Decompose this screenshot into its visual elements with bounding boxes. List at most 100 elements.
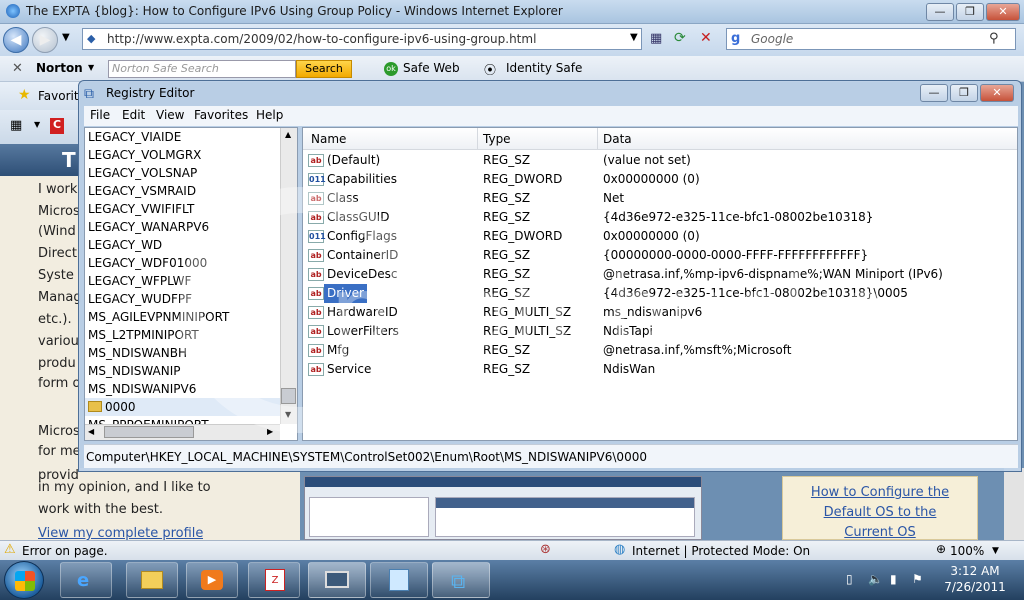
tree-key[interactable]: LEGACY_VIAIDE bbox=[88, 128, 181, 146]
history-dropdown-icon[interactable]: ▼ bbox=[62, 32, 70, 43]
tree-key[interactable]: MS_PPPOEMINIPORT bbox=[88, 416, 209, 424]
related-post-link[interactable]: How to Configure the bbox=[783, 485, 977, 500]
string-value-icon: ab bbox=[308, 287, 324, 300]
tree-key[interactable]: LEGACY_VOLSNAP bbox=[88, 164, 197, 182]
tree-key[interactable]: LEGACY_WUDFPF bbox=[88, 290, 192, 308]
tree-key[interactable]: MS_NDISWANIPV6 bbox=[88, 380, 196, 398]
table-row[interactable]: ab ContainerID REG_SZ {00000000-0000-000… bbox=[303, 246, 1017, 265]
tree-vertical-scrollbar[interactable]: ▲ ▼ bbox=[280, 128, 297, 424]
regedit-close-button[interactable]: ✕ bbox=[980, 84, 1014, 102]
tree-key[interactable]: LEGACY_WANARPV6 bbox=[88, 218, 209, 236]
scroll-right-icon[interactable]: ▶ bbox=[267, 427, 273, 436]
table-row[interactable]: ab Service REG_SZ NdisWan bbox=[303, 360, 1017, 379]
ie-minimize-button[interactable]: — bbox=[926, 3, 954, 21]
tray-device-icon[interactable]: ▯ bbox=[846, 572, 853, 586]
tab-list-icon[interactable]: ▼ bbox=[34, 120, 40, 129]
tree-scroll-thumb[interactable] bbox=[281, 388, 296, 404]
column-separator bbox=[477, 128, 478, 150]
taskbar-media-player-button[interactable]: ▶ bbox=[186, 562, 238, 598]
menu-edit[interactable]: Edit bbox=[122, 108, 145, 122]
table-row[interactable]: ab LowerFilters REG_MULTI_SZ NdisTapi bbox=[303, 322, 1017, 341]
tree-key[interactable]: LEGACY_VWIFIFLT bbox=[88, 200, 194, 218]
tree-key[interactable]: LEGACY_WDF01000 bbox=[88, 254, 207, 272]
address-bar[interactable]: ◆ http://www.expta.com/2009/02/how-to-co… bbox=[82, 28, 642, 50]
ie-maximize-button[interactable]: ❐ bbox=[956, 3, 984, 21]
tree-horizontal-thumb[interactable] bbox=[104, 426, 194, 438]
refresh-icon[interactable]: ⟳ bbox=[674, 30, 686, 46]
start-button[interactable] bbox=[4, 561, 44, 599]
favorites-star-icon[interactable]: ★ bbox=[18, 87, 31, 103]
taskbar-regedit-button[interactable]: ⧉ bbox=[432, 562, 490, 598]
menu-favorites[interactable]: Favorites bbox=[194, 108, 248, 122]
security-zone-text[interactable]: Internet | Protected Mode: On bbox=[632, 544, 810, 558]
table-row[interactable]: ab DeviceDesc REG_SZ @netrasa.inf,%mp-ip… bbox=[303, 265, 1017, 284]
table-row[interactable]: 011 ConfigFlags REG_DWORD 0x00000000 (0) bbox=[303, 227, 1017, 246]
table-row[interactable]: ab (Default) REG_SZ (value not set) bbox=[303, 151, 1017, 170]
tree-key[interactable]: LEGACY_VSMRAID bbox=[88, 182, 196, 200]
taskbar-remote-desktop-button[interactable] bbox=[308, 562, 366, 598]
taskbar-notepad-button[interactable] bbox=[370, 562, 428, 598]
tree-key-selected[interactable]: 0000 bbox=[85, 398, 281, 416]
taskbar-app-button[interactable]: Z bbox=[248, 562, 300, 598]
view-profile-link[interactable]: View my complete profile bbox=[38, 526, 203, 540]
ie-close-button[interactable]: ✕ bbox=[986, 3, 1020, 21]
menu-file[interactable]: File bbox=[90, 108, 110, 122]
search-box[interactable]: g Google ⚲ bbox=[726, 28, 1016, 50]
regedit-minimize-button[interactable]: — bbox=[920, 84, 948, 102]
column-header-data[interactable]: Data bbox=[603, 132, 632, 146]
quick-tabs-icon[interactable]: ▦ bbox=[10, 118, 22, 133]
tree-key[interactable]: MS_NDISWANIP bbox=[88, 362, 181, 380]
address-dropdown-icon[interactable]: ▼ bbox=[630, 32, 638, 43]
menu-help[interactable]: Help bbox=[256, 108, 283, 122]
regedit-maximize-button[interactable]: ❐ bbox=[950, 84, 978, 102]
zoom-dropdown-icon[interactable]: ▼ bbox=[992, 546, 999, 556]
compatibility-icon[interactable]: ▦ bbox=[650, 31, 662, 46]
table-row[interactable]: ab Class REG_SZ Net bbox=[303, 189, 1017, 208]
network-icon[interactable]: ▮ bbox=[890, 572, 897, 586]
menu-view[interactable]: View bbox=[156, 108, 184, 122]
warning-icon[interactable]: ⚠ bbox=[4, 542, 18, 557]
stop-icon[interactable]: ✕ bbox=[700, 30, 712, 46]
status-text[interactable]: Error on page. bbox=[22, 544, 108, 558]
tree-key[interactable]: LEGACY_WFPLWF bbox=[88, 272, 191, 290]
volume-icon[interactable]: 🔈 bbox=[868, 572, 883, 586]
tab-favicon[interactable]: C bbox=[50, 118, 64, 134]
table-row[interactable]: 011 Capabilities REG_DWORD 0x00000000 (0… bbox=[303, 170, 1017, 189]
table-row[interactable]: ab ClassGUID REG_SZ {4d36e972-e325-11ce-… bbox=[303, 208, 1017, 227]
norton-label[interactable]: Norton bbox=[36, 61, 83, 75]
identity-safe-button[interactable]: Identity Safe bbox=[506, 61, 582, 75]
tray-flag-icon[interactable]: ⚑ bbox=[912, 572, 923, 586]
close-toolbar-icon[interactable]: ✕ bbox=[12, 61, 23, 76]
back-button[interactable]: ◀ bbox=[3, 27, 29, 53]
norton-dropdown-icon[interactable]: ▼ bbox=[88, 63, 94, 72]
column-header-type[interactable]: Type bbox=[483, 132, 511, 146]
forward-button[interactable]: ▶ bbox=[32, 27, 58, 53]
table-row[interactable]: ab HardwareID REG_MULTI_SZ ms_ndiswanipv… bbox=[303, 303, 1017, 322]
scroll-up-icon[interactable]: ▲ bbox=[285, 130, 291, 139]
related-post-link[interactable]: Default OS to the bbox=[783, 505, 977, 520]
scroll-left-icon[interactable]: ◀ bbox=[88, 427, 94, 436]
zoom-level[interactable]: 100% bbox=[950, 544, 984, 558]
page-scrollbar[interactable] bbox=[1004, 468, 1024, 540]
popup-blocker-icon[interactable]: ⊛ bbox=[540, 542, 551, 557]
tree-key[interactable]: MS_AGILEVPNMINIPORT bbox=[88, 308, 229, 326]
taskbar-explorer-button[interactable] bbox=[126, 562, 178, 598]
column-header-name[interactable]: Name bbox=[311, 132, 346, 146]
registry-key-tree[interactable]: LEGACY_VIAIDE LEGACY_VOLMGRX LEGACY_VOLS… bbox=[84, 127, 298, 441]
tree-key[interactable]: MS_L2TPMINIPORT bbox=[88, 326, 199, 344]
taskbar-ie-button[interactable]: e bbox=[60, 562, 112, 598]
taskbar-clock[interactable]: 3:12 AM 7/26/2011 bbox=[940, 563, 1010, 595]
tree-key[interactable]: MS_NDISWANBH bbox=[88, 344, 187, 362]
search-icon[interactable]: ⚲ bbox=[989, 31, 999, 46]
related-post-link[interactable]: Current OS bbox=[783, 525, 977, 539]
favorites-button[interactable]: Favorit bbox=[38, 89, 79, 103]
norton-search-input[interactable]: Norton Safe Search bbox=[108, 60, 296, 78]
table-row-selected[interactable]: ab Driver REG_SZ {4d36e972-e325-11ce-bfc… bbox=[303, 284, 1017, 303]
scroll-down-icon[interactable]: ▼ bbox=[285, 410, 291, 419]
zoom-icon[interactable]: ⊕ bbox=[936, 542, 946, 556]
tree-key[interactable]: LEGACY_WD bbox=[88, 236, 162, 254]
safe-web-button[interactable]: Safe Web bbox=[403, 61, 460, 75]
norton-search-button[interactable]: Search bbox=[296, 60, 352, 78]
tree-key[interactable]: LEGACY_VOLMGRX bbox=[88, 146, 201, 164]
table-row[interactable]: ab Mfg REG_SZ @netrasa.inf,%msft%;Micros… bbox=[303, 341, 1017, 360]
